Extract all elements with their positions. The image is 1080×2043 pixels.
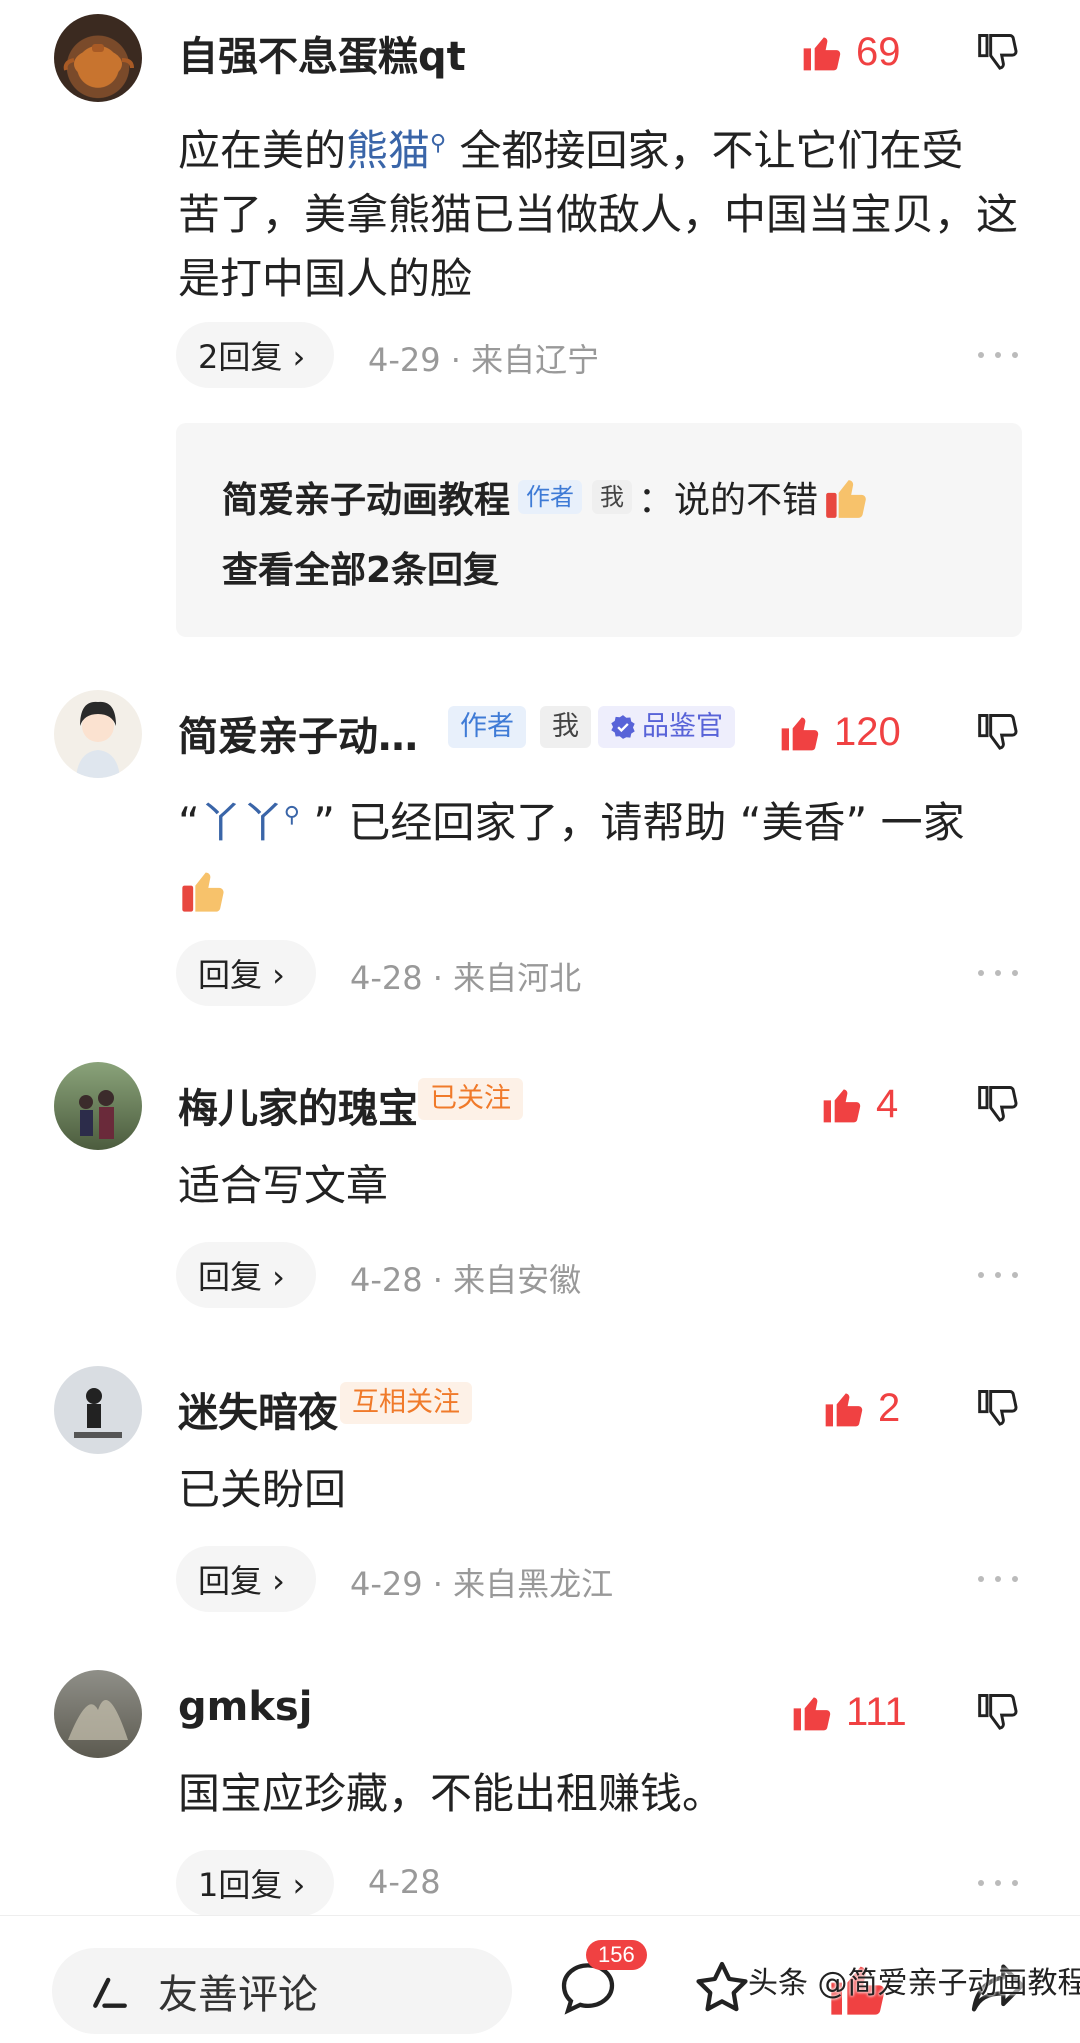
commenter-name[interactable]: gmksj <box>178 1684 312 1730</box>
search-icon: ⚲ <box>283 803 300 828</box>
comments-button[interactable]: 156 <box>556 1940 647 2020</box>
more-icon[interactable] <box>976 350 1020 360</box>
family-photo-avatar-icon <box>79 1090 114 1139</box>
thumbs-down-icon[interactable] <box>976 1386 1020 1430</box>
thumbs-up-emoji-icon <box>826 480 866 518</box>
pen-icon <box>93 1977 127 2008</box>
comment-count-badge: 156 <box>586 1940 647 1970</box>
author-tag: 作者 <box>448 706 526 748</box>
thumbs-down-icon[interactable] <box>976 30 1020 74</box>
comment-text: “丫丫⚲ ” 已经回家了，请帮助 “美香” 一家 <box>178 784 1028 919</box>
comment-meta: 4-28 <box>368 1863 441 1901</box>
thumbs-up-icon <box>793 1697 831 1731</box>
bush-photo-avatar-icon <box>68 1700 128 1740</box>
thumbs-up-icon <box>781 717 819 751</box>
follow-tag: 已关注 <box>418 1078 523 1120</box>
comment-meta: 4-29 · 来自辽宁 <box>368 341 600 379</box>
sub-reply-text: ：说的不错 <box>638 480 819 521</box>
search-icon: ⚲ <box>430 131 447 156</box>
search-link[interactable]: 熊猫 <box>346 126 430 175</box>
reply-button[interactable]: 回复 › <box>176 940 316 1006</box>
more-icon[interactable] <box>976 1574 1020 1584</box>
more-icon[interactable] <box>976 1878 1020 1888</box>
comment-meta: 4-29 · 来自黑龙江 <box>350 1565 614 1603</box>
star-favorite-icon[interactable] <box>690 1956 754 2020</box>
expert-tag: 品鉴官 <box>598 706 735 748</box>
teapot-avatar-icon <box>63 44 134 79</box>
person-photo-avatar-icon <box>74 1388 122 1438</box>
more-icon[interactable] <box>976 968 1020 978</box>
thumbs-down-icon[interactable] <box>976 1690 1020 1734</box>
like-button[interactable]: 2 <box>822 1378 900 1438</box>
avatar[interactable] <box>54 1670 142 1758</box>
me-tag: 我 <box>592 479 633 515</box>
comment-text: 已关盼回 <box>178 1465 347 1514</box>
more-icon[interactable] <box>976 1270 1020 1280</box>
watermark: 头条 @简爱亲子动画教程 <box>748 1966 1080 2001</box>
avatar[interactable] <box>54 690 142 778</box>
search-link[interactable]: 丫丫 <box>200 798 284 847</box>
thumbs-down-icon[interactable] <box>976 1082 1020 1126</box>
comment-text: 国宝应珍藏，不能出租赚钱。 <box>178 1769 725 1818</box>
comment-text: 适合写文章 <box>178 1161 389 1210</box>
like-button[interactable]: 4 <box>820 1074 898 1134</box>
commenter-name[interactable]: 自强不息蛋糕qt <box>178 24 466 82</box>
comment-input[interactable]: 友善评论 <box>52 1948 512 2034</box>
follow-tag: 互相关注 <box>340 1382 472 1424</box>
like-count: 120 <box>834 709 901 754</box>
reply-button[interactable]: 回复 › <box>176 1242 316 1308</box>
like-button[interactable]: 69 <box>800 22 901 82</box>
thumbs-down-icon[interactable] <box>976 710 1020 754</box>
like-count: 2 <box>878 1385 901 1430</box>
comment-text: 应在美的熊猫⚲ 全都接回家，不让它们在受 苦了，美拿熊猫已当做敌人，中国当宝贝，… <box>178 126 1019 303</box>
avatar[interactable] <box>54 1366 142 1454</box>
sub-reply-box[interactable]: 简爱亲子动画教程 作者 我 ：说的不错 查看全部2条回复 <box>176 423 1022 637</box>
girl-avatar-icon <box>76 701 120 778</box>
comment-meta: 4-28 · 来自安徽 <box>350 1261 582 1299</box>
reply-button[interactable]: 2回复 › <box>176 322 334 388</box>
avatar[interactable] <box>54 14 142 102</box>
like-count: 4 <box>876 1081 899 1126</box>
like-count: 111 <box>846 1689 907 1734</box>
view-all-replies[interactable]: 查看全部2条回复 <box>222 541 499 593</box>
like-button[interactable]: 111 <box>790 1682 907 1742</box>
me-tag: 我 <box>540 706 591 748</box>
author-tag: 作者 <box>518 479 583 515</box>
thumbs-up-icon <box>803 37 841 71</box>
comment-input-placeholder: 友善评论 <box>158 1972 318 2018</box>
thumbs-up-icon <box>823 1089 861 1123</box>
comment-meta: 4-28 · 来自河北 <box>350 959 582 997</box>
avatar[interactable] <box>54 1062 142 1150</box>
commenter-name[interactable]: 迷失暗夜 <box>178 1380 338 1438</box>
like-button[interactable]: 120 <box>778 702 901 762</box>
commenter-name[interactable]: 梅儿家的瑰宝 <box>178 1076 418 1134</box>
reply-button[interactable]: 回复 › <box>176 1546 316 1612</box>
reply-button[interactable]: 1回复 › <box>176 1850 334 1916</box>
sub-reply-author[interactable]: 简爱亲子动画教程 <box>222 471 510 523</box>
thumbs-up-emoji-icon <box>182 871 224 912</box>
commenter-name[interactable]: 简爱亲子动… <box>178 704 418 762</box>
verified-badge-icon <box>611 714 635 739</box>
like-count: 69 <box>856 29 901 74</box>
thumbs-up-icon <box>825 1393 863 1427</box>
